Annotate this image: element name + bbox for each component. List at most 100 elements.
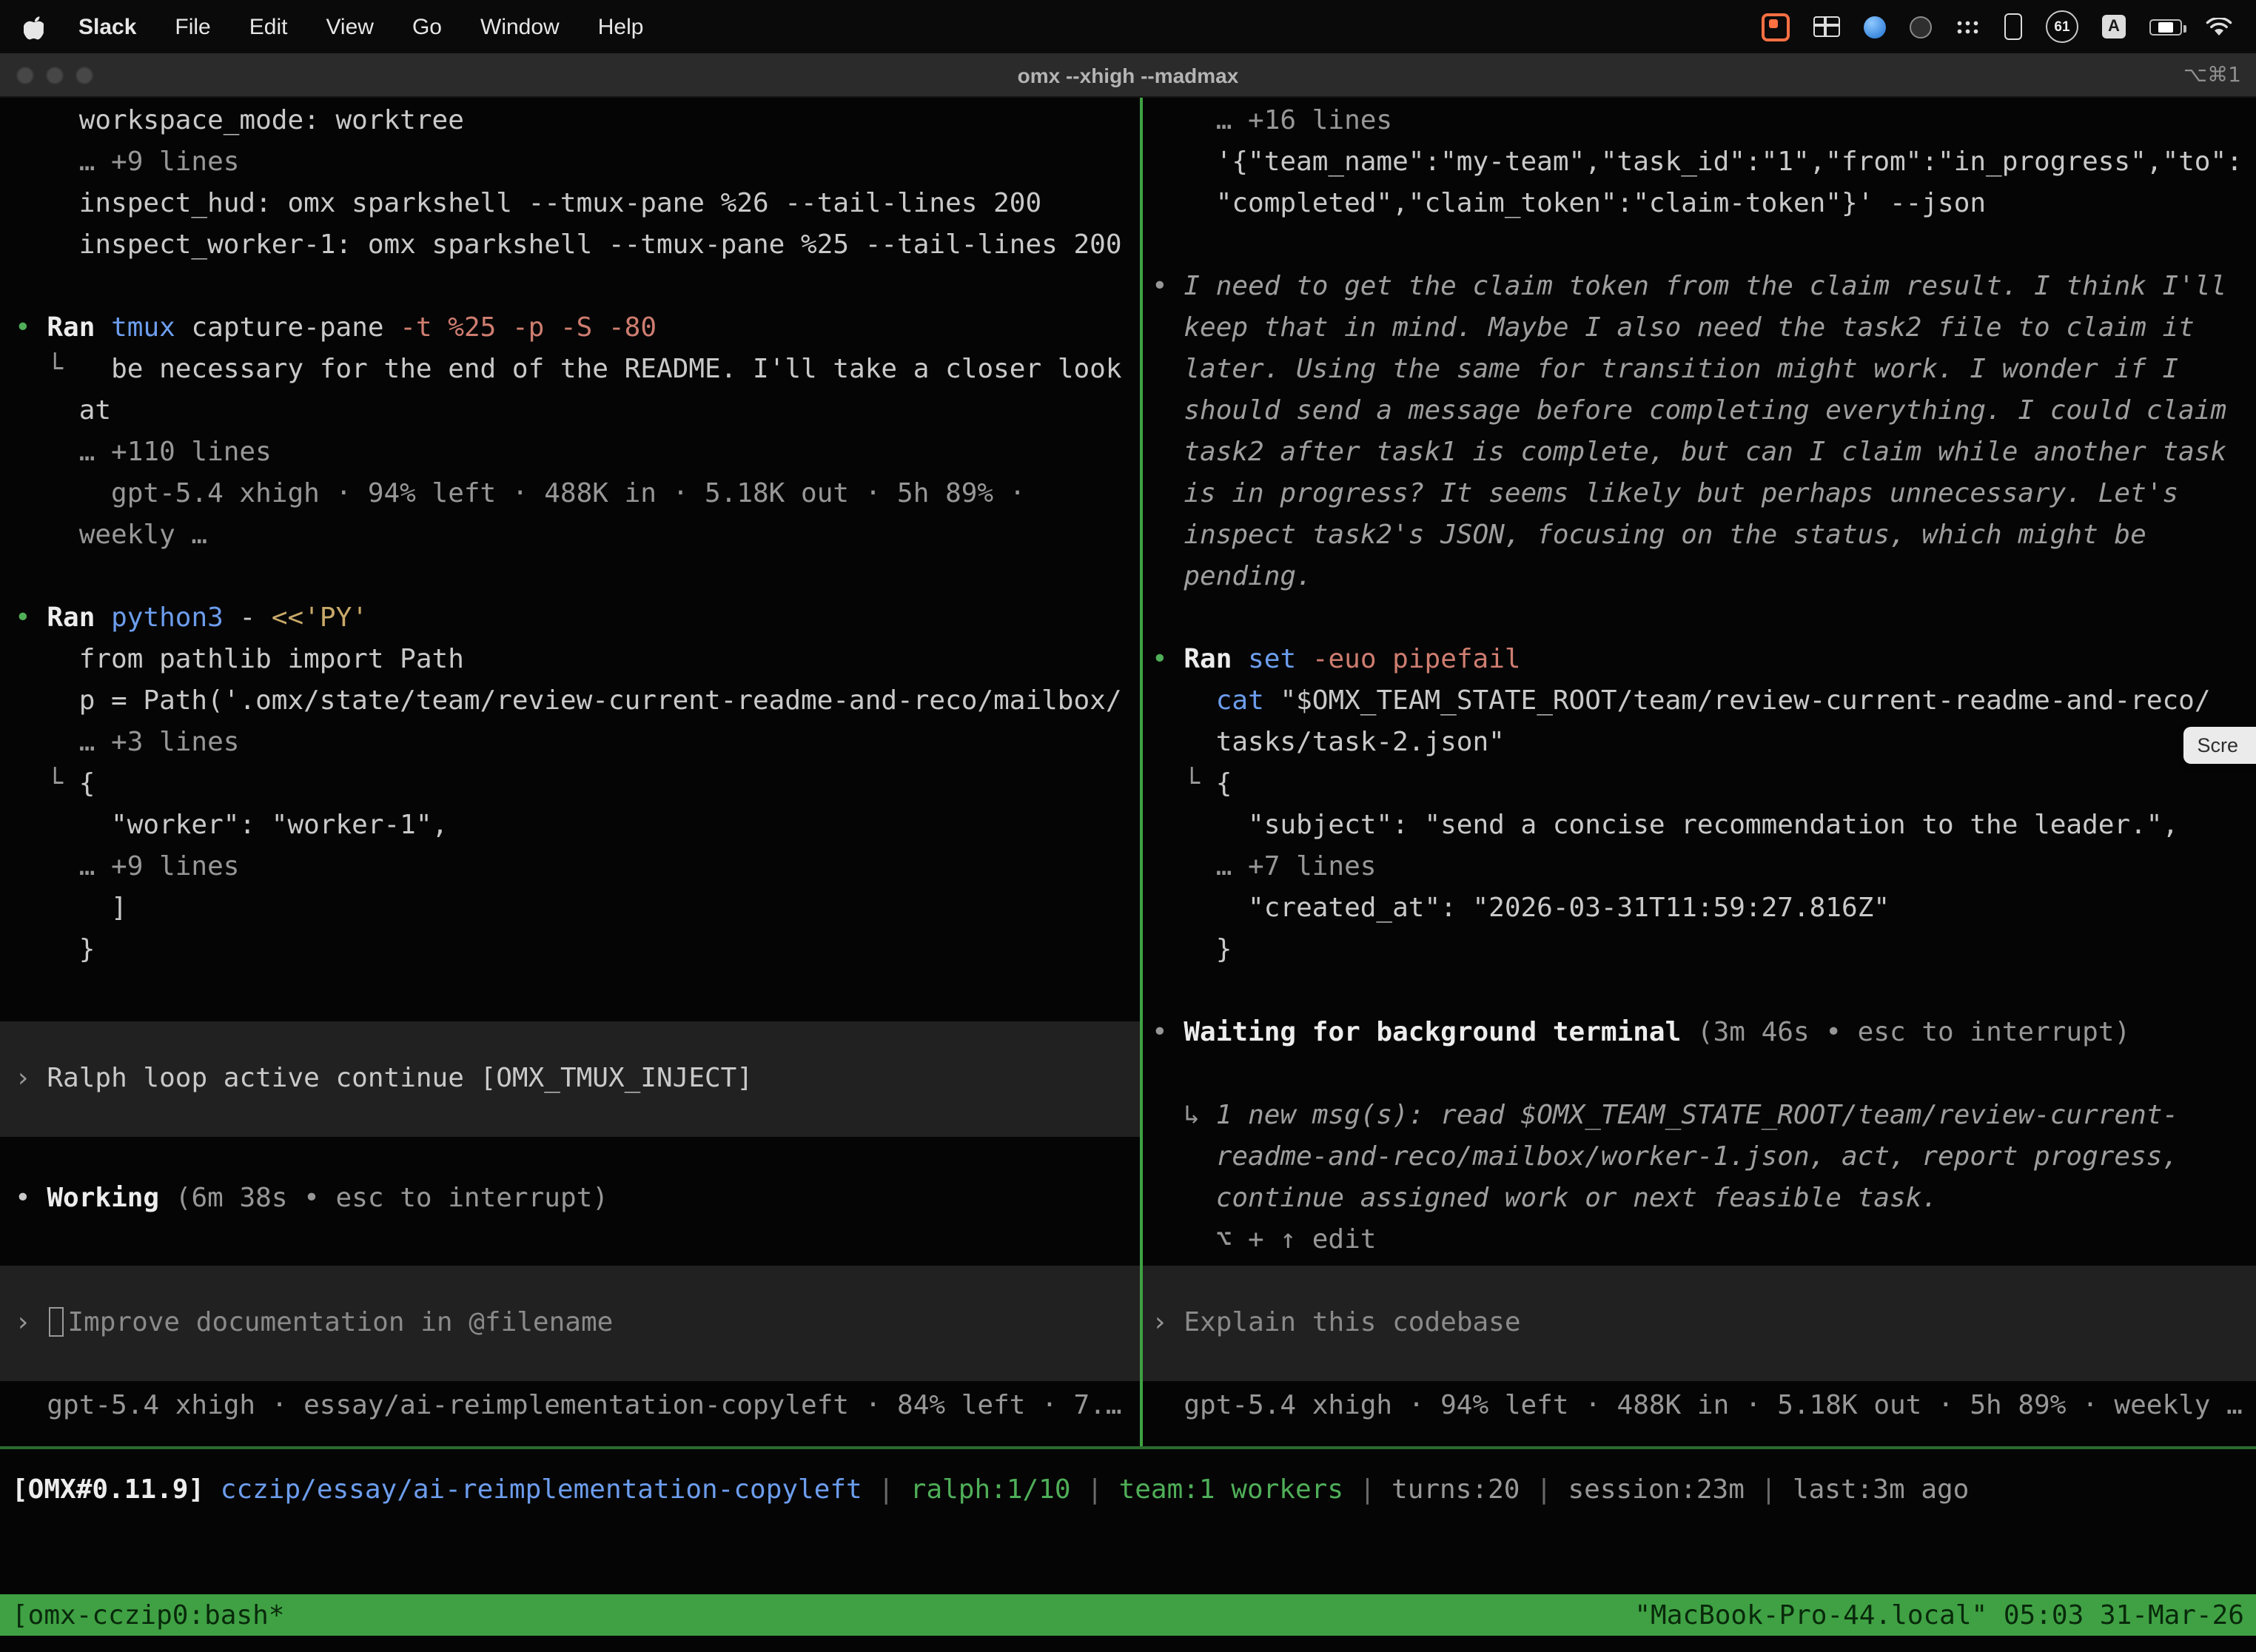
terminal-line: › Ralph loop active continue [OMX_TMUX_I… <box>0 1058 1140 1100</box>
battery-percentage-value: 61 <box>2054 19 2069 35</box>
terminal-line: inspect_hud: omx sparkshell --tmux-pane … <box>0 184 1140 225</box>
battery-percentage-badge[interactable]: 61 <box>2046 10 2078 43</box>
terminal-text: readme-and-reco/mailbox/worker-1.json, a… <box>1152 1141 2178 1172</box>
window-shortcut-hint: ⌥⌘1 <box>2183 63 2256 87</box>
terminal-text: last:3m ago <box>1793 1474 1969 1505</box>
terminal-text: (3m 46s • esc to interrupt) <box>1697 1017 2130 1048</box>
terminal-line: • Working (6m 38s • esc to interrupt) <box>0 1178 1140 1220</box>
terminal-text: tmux <box>111 312 191 343</box>
terminal-text: python3 <box>111 602 239 634</box>
window-title-bar[interactable]: omx --xhigh --madmax ⌥⌘1 <box>0 53 2256 98</box>
terminal-text: { <box>1216 768 1232 799</box>
menu-item-view[interactable]: View <box>306 14 393 39</box>
close-button[interactable] <box>16 66 34 84</box>
terminal-text: Explain this codebase <box>1184 1307 1520 1338</box>
terminal-line: tasks/task-2.json" <box>1143 722 2256 764</box>
terminal-pane-right[interactable]: … +16 lines '{"team_name":"my-team","tas… <box>1143 98 2256 1446</box>
working-status: • Working (6m 38s • esc to interrupt) <box>0 1178 1140 1220</box>
terminal-pane-left[interactable]: workspace_mode: worktree … +9 lines insp… <box>0 98 1140 1446</box>
terminal-text: } <box>15 934 95 965</box>
tmux-status-bar: [omx-cczip0:bash* "MacBook-Pro-44.local"… <box>0 1594 2256 1636</box>
menu-item-file[interactable]: File <box>155 14 229 39</box>
terminal-text: "completed","claim_token":"claim-token"}… <box>1152 188 1986 219</box>
terminal-text: pending. <box>1152 561 1312 592</box>
terminal-text: ⌥ + ↑ edit <box>1152 1224 1376 1255</box>
terminal-line: at <box>0 391 1140 432</box>
window-grid-icon[interactable] <box>1813 16 1840 37</box>
terminal-text: is in progress? It seems likely but perh… <box>1152 478 2178 509</box>
terminal-text: | <box>1745 1474 1793 1505</box>
terminal-text: Working <box>47 1183 175 1214</box>
prompt-input-right[interactable]: › Explain this codebase <box>1143 1266 2256 1381</box>
dots-grid-icon[interactable] <box>1955 19 1981 35</box>
zoom-button[interactable] <box>75 66 93 84</box>
omx-status-line: [OMX#0.11.9] cczip/essay/ai-reimplementa… <box>0 1470 2256 1511</box>
terminal-line: [OMX#0.11.9] cczip/essay/ai-reimplementa… <box>0 1470 2256 1511</box>
terminal-text: { <box>79 768 95 799</box>
terminal-line: • I need to get the claim token from the… <box>1143 266 2256 308</box>
terminal-line: is in progress? It seems likely but perh… <box>1143 474 2256 515</box>
terminal-text: be necessary for the end of the README. … <box>111 354 1121 385</box>
apple-menu[interactable] <box>24 14 50 39</box>
terminal-line <box>1143 598 2256 639</box>
terminal-line <box>0 266 1140 308</box>
traffic-lights <box>0 66 93 84</box>
terminal-line: └ { <box>0 764 1140 805</box>
hud-pane[interactable]: [OMX#0.11.9] cczip/essay/ai-reimplementa… <box>0 1449 2256 1594</box>
terminal-line: … +9 lines <box>0 142 1140 184</box>
prompt-input-left[interactable]: › Improve documentation in @filename <box>0 1266 1140 1381</box>
menu-item-window[interactable]: Window <box>461 14 579 39</box>
terminal-text: turns:20 <box>1391 1474 1520 1505</box>
terminal-text: -t %25 -p -S -80 <box>400 312 657 343</box>
screen-recording-indicator-icon[interactable] <box>1762 13 1790 41</box>
terminal-text: … +110 lines <box>15 437 272 468</box>
menu-item-go[interactable]: Go <box>393 14 461 39</box>
terminal-line: gpt-5.4 xhigh · essay/ai-reimplementatio… <box>0 1386 1140 1427</box>
menu-item-slack[interactable]: Slack <box>59 14 155 39</box>
terminal-line <box>0 557 1140 598</box>
minimize-button[interactable] <box>46 66 64 84</box>
terminal-text: 1 new msg(s): read $OMX_TEAM_STATE_ROOT/… <box>1216 1100 2178 1131</box>
input-source-icon[interactable]: A <box>2102 15 2126 38</box>
terminal-line: } <box>1143 930 2256 971</box>
terminal-line: should send a message before completing … <box>1143 391 2256 432</box>
terminal-line: keep that in mind. Maybe I also need the… <box>1143 308 2256 349</box>
menu-bar: Slack File Edit View Go Window Help 61 A <box>0 0 2256 53</box>
terminal-text: • <box>1152 644 1184 675</box>
terminal-line: └ be necessary for the end of the README… <box>0 349 1140 391</box>
terminal-line: … +3 lines <box>0 722 1140 764</box>
ralph-loop-band[interactable]: › Ralph loop active continue [OMX_TMUX_I… <box>0 1021 1140 1137</box>
terminal-text: inspect_worker-1: omx sparkshell --tmux-… <box>15 229 1122 261</box>
terminal-text <box>1152 685 1216 716</box>
terminal-line: inspect_worker-1: omx sparkshell --tmux-… <box>0 225 1140 266</box>
terminal-text: - <box>240 602 272 634</box>
menu-item-help[interactable]: Help <box>579 14 663 39</box>
terminal-text: … +16 lines <box>1152 105 1392 136</box>
terminal-line: └ { <box>1143 764 2256 805</box>
blue-app-icon[interactable] <box>1864 16 1886 38</box>
terminal-line: "completed","claim_token":"claim-token"}… <box>1143 184 2256 225</box>
terminal-line: from pathlib import Path <box>0 639 1140 681</box>
terminal-text: Waiting for background terminal <box>1184 1017 1697 1048</box>
terminal-line: inspect task2's JSON, focusing on the st… <box>1143 515 2256 557</box>
terminal-text: Improve documentation in @filename <box>67 1307 613 1338</box>
phone-mirroring-icon[interactable] <box>2004 13 2022 40</box>
screen-overlay-tooltip[interactable]: Scre <box>2183 727 2256 764</box>
terminal-line: readme-and-reco/mailbox/worker-1.json, a… <box>1143 1137 2256 1178</box>
battery-icon[interactable] <box>2149 19 2182 35</box>
terminal-text: cczip/essay/ai-reimplementation-copyleft <box>221 1474 862 1505</box>
terminal-text: should send a message before completing … <box>1152 395 2226 426</box>
menu-item-edit[interactable]: Edit <box>230 14 307 39</box>
terminal-line: • Waiting for background terminal (3m 46… <box>1143 1013 2256 1054</box>
dark-app-icon[interactable] <box>1910 16 1932 38</box>
terminal-line: ] <box>0 888 1140 930</box>
terminal-text: cat <box>1216 685 1280 716</box>
terminal-text: gpt-5.4 xhigh · 94% left · 488K in · 5.1… <box>1152 1390 2243 1421</box>
terminal-text: -euo pipefail <box>1312 644 1521 675</box>
wifi-icon[interactable] <box>2206 17 2232 36</box>
tmux-session-window-label[interactable]: [omx-cczip0:bash* <box>12 1599 284 1631</box>
terminal-text: "created_at": "2026-03-31T11:59:27.816Z" <box>1152 893 1890 924</box>
terminal-text: I need to get the claim token from the c… <box>1184 271 2226 302</box>
terminal-text: set <box>1248 644 1312 675</box>
terminal-line: gpt-5.4 xhigh · 94% left · 488K in · 5.1… <box>1143 1386 2256 1427</box>
